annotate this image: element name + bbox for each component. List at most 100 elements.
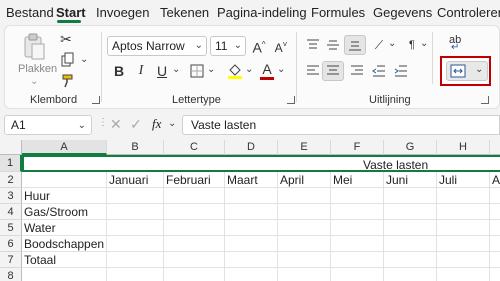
tab-pagina-indeling[interactable]: Pagina-indeling — [217, 5, 307, 20]
row-header-3[interactable]: 3 — [0, 188, 22, 204]
cell-f5[interactable] — [331, 220, 384, 236]
cell-i7[interactable] — [490, 252, 500, 268]
font-launcher-icon[interactable] — [287, 96, 295, 104]
cell-f4[interactable] — [331, 204, 384, 220]
borders-chevron-icon[interactable]: ⌄ — [207, 64, 215, 75]
decrease-indent-icon[interactable] — [372, 64, 386, 78]
cell-d6[interactable] — [225, 236, 278, 252]
copy-chevron-icon[interactable]: ⌄ — [80, 54, 88, 65]
tab-tekenen[interactable]: Tekenen — [160, 5, 209, 20]
tab-formules[interactable]: Formules — [311, 5, 365, 20]
cell-i8[interactable] — [490, 268, 500, 281]
cell-b5[interactable] — [107, 220, 164, 236]
column-header-g[interactable]: G — [384, 140, 437, 155]
cell-c2[interactable]: Februari — [164, 172, 225, 188]
cut-icon[interactable]: ✂ — [58, 30, 74, 48]
cell-f2[interactable]: Mei — [331, 172, 384, 188]
cell-h8[interactable] — [437, 268, 490, 281]
align-bottom-button[interactable] — [344, 35, 366, 55]
font-color-chevron-icon[interactable]: ⌄ — [277, 64, 285, 75]
enter-icon[interactable]: ✓ — [130, 116, 142, 133]
cell-e4[interactable] — [278, 204, 331, 220]
cell-e7[interactable] — [278, 252, 331, 268]
cell-g2[interactable]: Juni — [384, 172, 437, 188]
cell-c6[interactable] — [164, 236, 225, 252]
underline-button[interactable]: U — [155, 62, 169, 80]
tab-start[interactable]: Start — [56, 5, 86, 20]
cell-a8[interactable] — [22, 268, 107, 281]
font-size-select[interactable]: 11 ⌄ — [210, 36, 246, 56]
increase-indent-icon[interactable] — [394, 64, 408, 78]
cell-g8[interactable] — [384, 268, 437, 281]
indent-chevron-icon[interactable]: ⌄ — [420, 38, 428, 49]
cancel-icon[interactable]: ✕ — [110, 116, 122, 133]
cell-e6[interactable] — [278, 236, 331, 252]
cell-h5[interactable] — [437, 220, 490, 236]
borders-icon[interactable] — [190, 64, 204, 78]
cell-a5[interactable]: Water — [22, 220, 107, 236]
cell-g3[interactable] — [384, 188, 437, 204]
cell-b2[interactable]: Januari — [107, 172, 164, 188]
cell-i2[interactable]: A — [490, 172, 500, 188]
column-header-b[interactable]: B — [107, 140, 164, 155]
tab-invoegen[interactable]: Invoegen — [96, 5, 150, 20]
function-chevron-icon[interactable]: ⌄ — [168, 118, 176, 129]
cell-a2[interactable] — [22, 172, 107, 188]
clipboard-launcher-icon[interactable] — [92, 96, 100, 104]
cell-c5[interactable] — [164, 220, 225, 236]
cell-h3[interactable] — [437, 188, 490, 204]
cell-a4[interactable]: Gas/Stroom — [22, 204, 107, 220]
cell-f3[interactable] — [331, 188, 384, 204]
cell-h4[interactable] — [437, 204, 490, 220]
cell-b3[interactable] — [107, 188, 164, 204]
cell-e8[interactable] — [278, 268, 331, 281]
column-header-partial[interactable] — [490, 140, 500, 155]
cell-a3[interactable]: Huur — [22, 188, 107, 204]
column-header-e[interactable]: E — [278, 140, 331, 155]
column-header-h[interactable]: H — [437, 140, 490, 155]
row-header-7[interactable]: 7 — [0, 252, 22, 268]
formula-input[interactable]: Vaste lasten — [182, 115, 500, 135]
cell-g6[interactable] — [384, 236, 437, 252]
column-header-f[interactable]: F — [331, 140, 384, 155]
decrease-font-icon[interactable]: A˅ — [272, 36, 290, 57]
row-header-2[interactable]: 2 — [0, 172, 22, 188]
row-header-6[interactable]: 6 — [0, 236, 22, 252]
format-painter-icon[interactable] — [60, 73, 76, 89]
cell-b4[interactable] — [107, 204, 164, 220]
cell-e3[interactable] — [278, 188, 331, 204]
italic-button[interactable]: I — [134, 62, 148, 80]
align-right-icon[interactable] — [350, 64, 364, 78]
cell-i6[interactable] — [490, 236, 500, 252]
alignment-launcher-icon[interactable] — [481, 96, 489, 104]
column-header-c[interactable]: C — [164, 140, 225, 155]
cell-a7[interactable]: Totaal — [22, 252, 107, 268]
row-header-4[interactable]: 4 — [0, 204, 22, 220]
increase-font-icon[interactable]: A^ — [250, 36, 268, 57]
cell-g7[interactable] — [384, 252, 437, 268]
copy-icon[interactable] — [60, 52, 76, 68]
cell-d4[interactable] — [225, 204, 278, 220]
row-header-5[interactable]: 5 — [0, 220, 22, 236]
align-left-icon[interactable] — [306, 64, 320, 78]
row-header-8[interactable]: 8 — [0, 268, 22, 281]
cell-b7[interactable] — [107, 252, 164, 268]
cell-c4[interactable] — [164, 204, 225, 220]
fill-color-icon[interactable] — [227, 62, 243, 80]
cell-h7[interactable] — [437, 252, 490, 268]
merged-title-cell[interactable]: Vaste lasten — [22, 155, 500, 172]
worksheet-grid[interactable]: A B C D E F G H 1 2 3 4 5 6 7 8 Vaste la… — [0, 140, 500, 281]
cell-f8[interactable] — [331, 268, 384, 281]
insert-function-icon[interactable]: fx — [152, 116, 161, 132]
column-header-d[interactable]: D — [225, 140, 278, 155]
cell-i3[interactable] — [490, 188, 500, 204]
paste-chevron-icon[interactable]: ⌄ — [30, 76, 38, 87]
tab-controleren[interactable]: Controleren — [437, 5, 500, 20]
font-name-select[interactable]: Aptos Narrow ⌄ — [107, 36, 207, 56]
cell-f6[interactable] — [331, 236, 384, 252]
cell-e5[interactable] — [278, 220, 331, 236]
cell-i5[interactable] — [490, 220, 500, 236]
font-color-icon[interactable]: A — [260, 60, 274, 78]
underline-chevron-icon[interactable]: ⌄ — [172, 64, 180, 75]
orientation-icon[interactable]: ⟋ — [372, 36, 386, 54]
